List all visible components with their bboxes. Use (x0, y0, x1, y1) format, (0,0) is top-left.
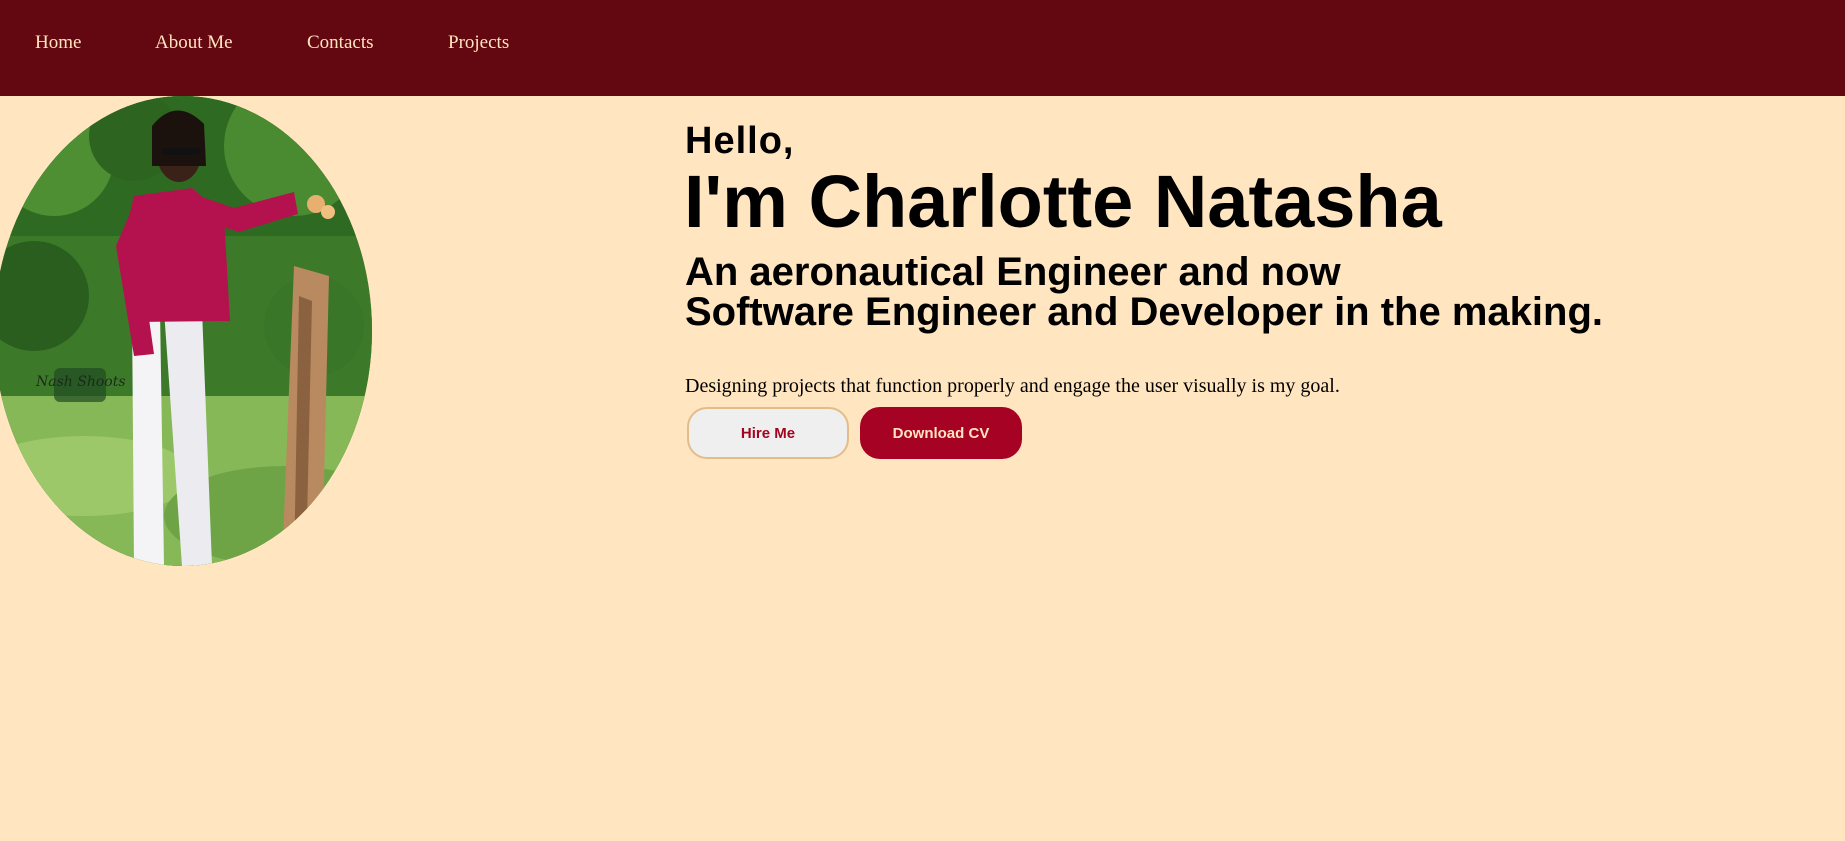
tagline-line-2: Software Engineer and Developer in the m… (685, 290, 1603, 334)
name-heading: I'm Charlotte Natasha (684, 160, 1442, 243)
tagline: An aeronautical Engineer and now Softwar… (685, 252, 1603, 332)
top-navbar: Home About Me Contacts Projects (0, 0, 1845, 96)
page: Home About Me Contacts Projects Nash Sho… (0, 0, 1845, 841)
tagline-line-1: An aeronautical Engineer and now (685, 250, 1341, 294)
nav-link-home[interactable]: Home (35, 32, 81, 54)
download-cv-button[interactable]: Download CV (860, 407, 1022, 459)
nav-link-projects[interactable]: Projects (448, 32, 509, 54)
greeting-heading: Hello, (685, 120, 795, 162)
photo-watermark: Nash Shoots (35, 374, 126, 390)
hire-me-button[interactable]: Hire Me (687, 407, 849, 459)
profile-photo: Nash Shoots (0, 96, 372, 566)
goal-text: Designing projects that function properl… (685, 375, 1340, 397)
nav-link-about-me[interactable]: About Me (155, 32, 233, 54)
nav-link-contacts[interactable]: Contacts (307, 32, 374, 54)
